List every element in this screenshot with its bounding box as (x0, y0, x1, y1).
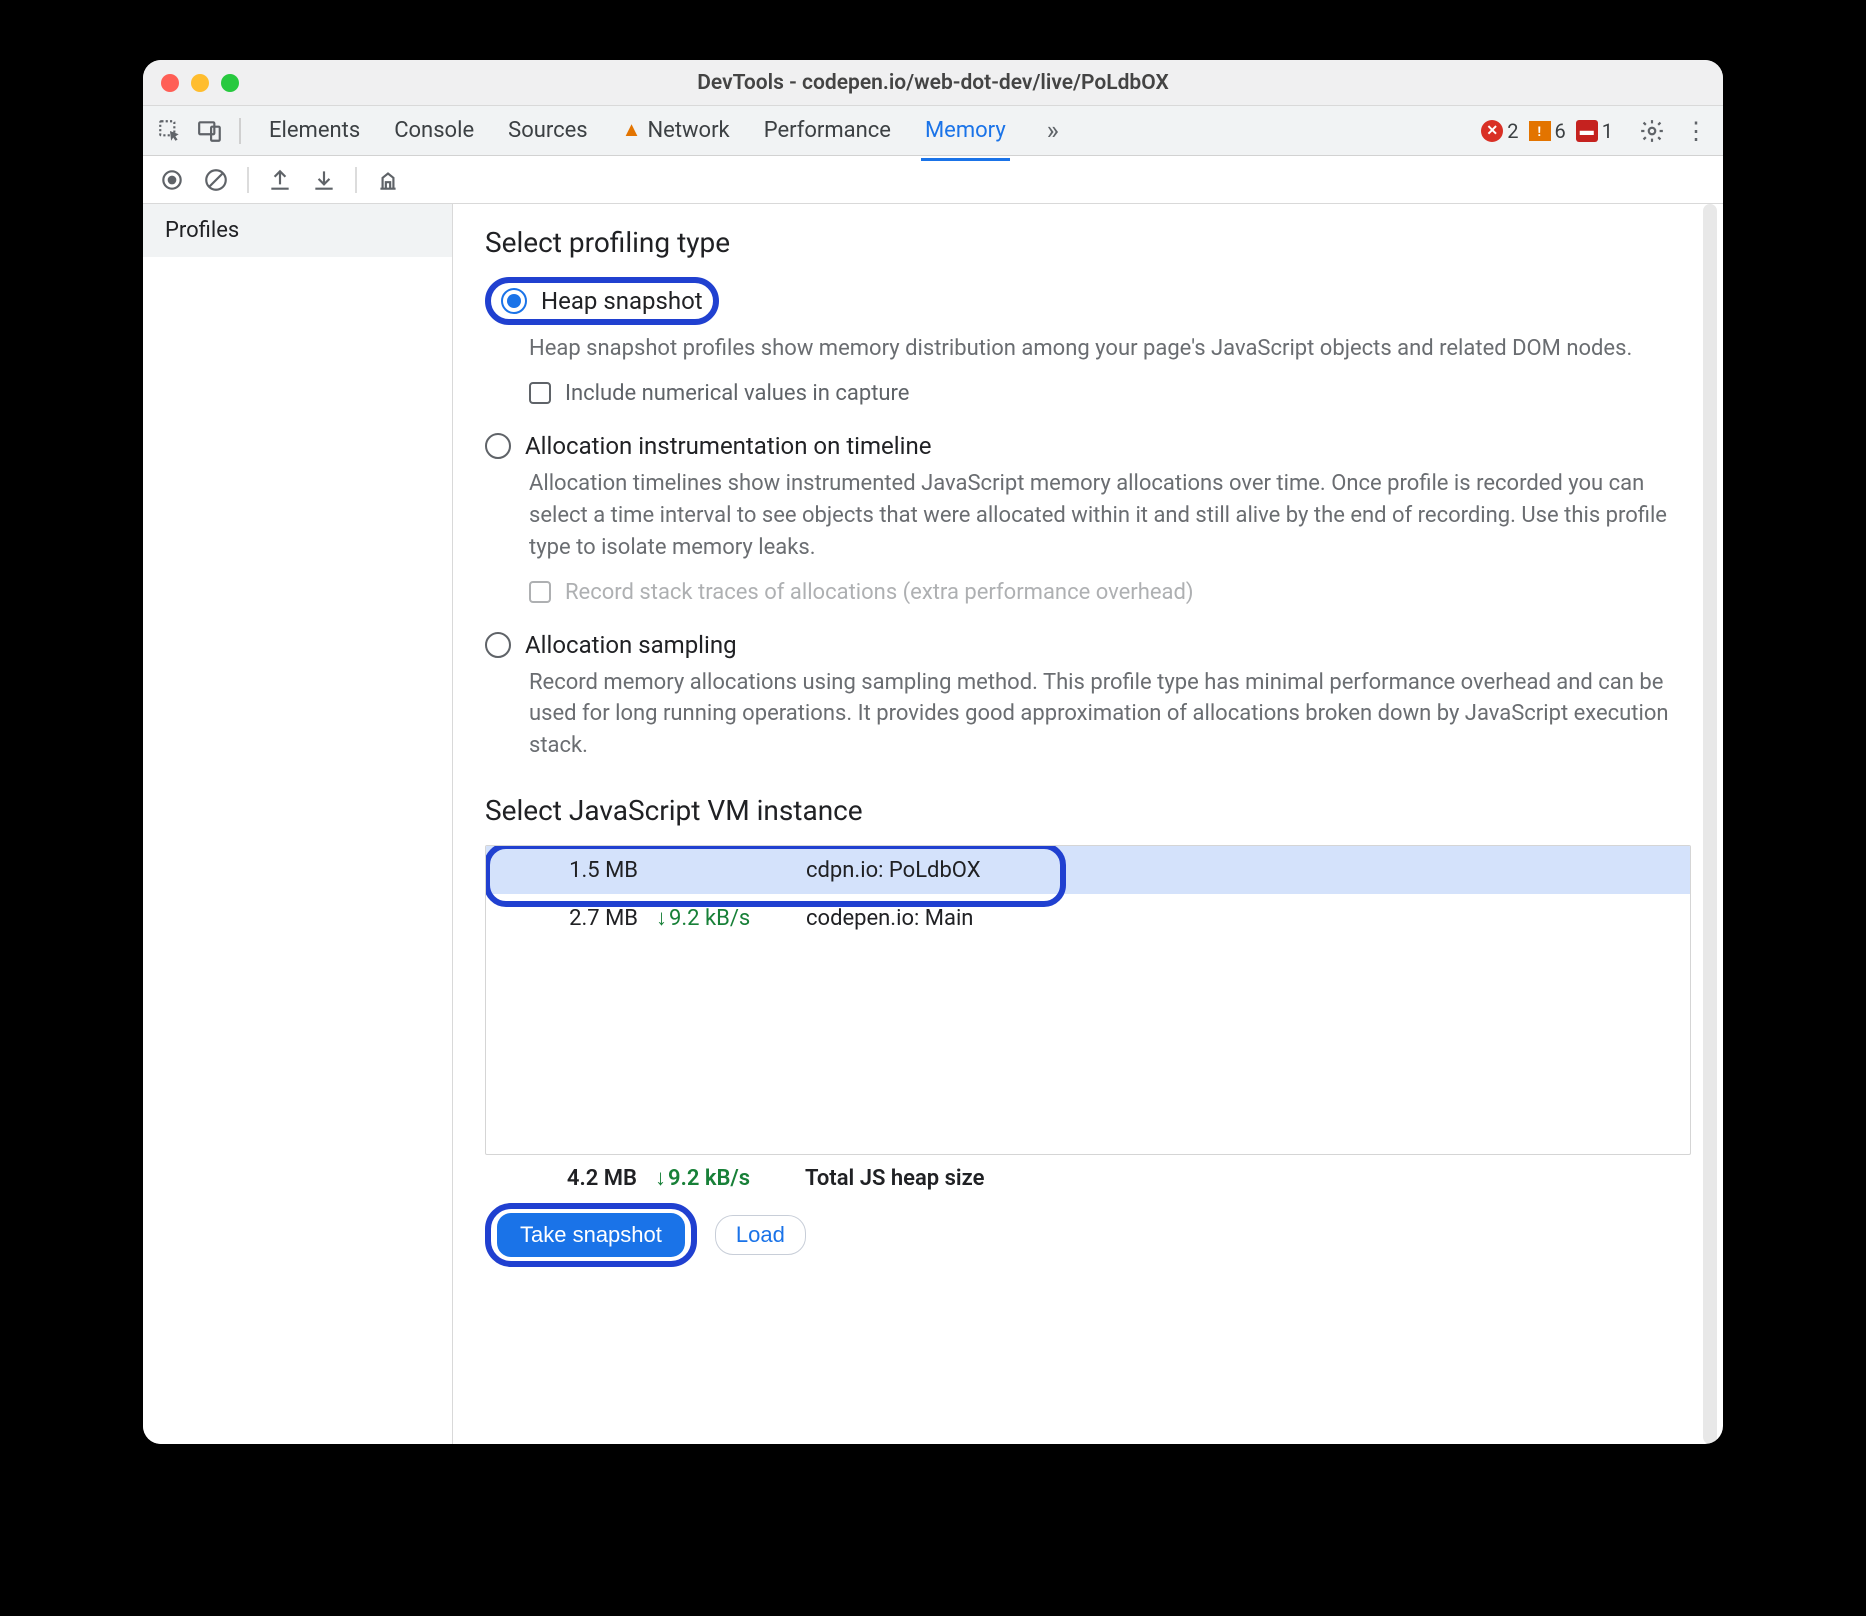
issue-count-badge[interactable]: ▬ 1 (1576, 119, 1613, 143)
warning-count: 6 (1555, 119, 1566, 143)
upload-icon[interactable] (267, 167, 293, 193)
error-count-badge[interactable]: ✕ 2 (1481, 119, 1518, 143)
minimize-window-icon[interactable] (191, 74, 209, 92)
issue-count: 1 (1602, 119, 1613, 143)
down-arrow-icon: ↓ (655, 1165, 666, 1191)
option-label: Allocation sampling (525, 631, 737, 659)
window-title: DevTools - codepen.io/web-dot-dev/live/P… (143, 71, 1723, 95)
checkbox-label: Record stack traces of allocations (extr… (565, 580, 1194, 605)
checkbox-icon[interactable] (529, 382, 551, 404)
option-allocation-timeline[interactable]: Allocation instrumentation on timeline A… (485, 432, 1691, 605)
error-count: 2 (1507, 119, 1518, 143)
main-pane: Profiles Select profiling type Heap snap… (143, 204, 1723, 1444)
vm-totals-row: 4.2 MB ↓9.2 kB/s Total JS heap size (485, 1165, 1691, 1191)
checkbox-label: Include numerical values in capture (565, 381, 909, 406)
tab-console[interactable]: Console (394, 110, 474, 151)
record-icon[interactable] (159, 167, 185, 193)
issue-icon: ▬ (1576, 120, 1598, 142)
option-desc: Heap snapshot profiles show memory distr… (529, 333, 1691, 365)
tab-network[interactable]: ▲Network (622, 110, 730, 151)
close-window-icon[interactable] (161, 74, 179, 92)
option-desc: Allocation timelines show instrumented J… (529, 468, 1691, 564)
vm-size: 2.7 MB (516, 906, 656, 931)
error-icon: ✕ (1481, 120, 1503, 142)
load-button[interactable]: Load (715, 1215, 806, 1255)
window-controls (143, 74, 239, 92)
vm-size: 1.5 MB (516, 858, 656, 883)
vm-row[interactable]: 2.7 MB ↓9.2 kB/s codepen.io: Main (486, 894, 1690, 942)
inspect-element-icon[interactable] (157, 118, 183, 144)
vm-row-selected[interactable]: 1.5 MB cdpn.io: PoLdbOX (486, 846, 1690, 894)
devtools-tabbar: Elements Console Sources ▲Network Perfor… (143, 106, 1723, 156)
toolbar-divider (247, 167, 249, 193)
profiling-content: Select profiling type Heap snapshot Heap… (453, 204, 1723, 1444)
tab-performance[interactable]: Performance (764, 110, 891, 151)
scrollbar[interactable] (1703, 204, 1717, 1444)
zoom-window-icon[interactable] (221, 74, 239, 92)
kebab-menu-icon[interactable]: ⋮ (1683, 118, 1709, 144)
tab-network-label: Network (647, 118, 729, 143)
warning-count-badge[interactable]: 6 (1529, 119, 1566, 143)
total-size: 4.2 MB (515, 1166, 655, 1191)
status-badges: ✕ 2 6 ▬ 1 (1481, 119, 1621, 143)
radio-heap[interactable] (501, 288, 527, 314)
action-buttons: Take snapshot Load (485, 1203, 1691, 1267)
include-numerical-checkbox-row[interactable]: Include numerical values in capture (529, 381, 1691, 406)
tutorial-highlight-take-snapshot: Take snapshot (485, 1203, 697, 1267)
vm-heading: Select JavaScript VM instance (485, 794, 1691, 827)
tab-sources[interactable]: Sources (508, 110, 588, 151)
sidebar-item-profiles[interactable]: Profiles (143, 204, 452, 257)
profiles-sidebar: Profiles (143, 204, 453, 1444)
profiling-heading: Select profiling type (485, 226, 1691, 259)
tutorial-highlight-heap: Heap snapshot (485, 277, 719, 325)
tab-elements[interactable]: Elements (269, 110, 360, 151)
device-toolbar-icon[interactable] (197, 118, 223, 144)
vm-instance-table: 1.5 MB cdpn.io: PoLdbOX 2.7 MB ↓9.2 kB/s… (485, 845, 1691, 1155)
down-arrow-icon: ↓ (656, 905, 667, 931)
checkbox-icon (529, 581, 551, 603)
record-stack-traces-checkbox-row: Record stack traces of allocations (extr… (529, 580, 1691, 605)
vm-name: codepen.io: Main (806, 906, 1690, 931)
settings-gear-icon[interactable] (1639, 118, 1665, 144)
total-label: Total JS heap size (805, 1166, 1691, 1191)
option-label: Heap snapshot (541, 287, 703, 315)
window-frame: DevTools - codepen.io/web-dot-dev/live/P… (143, 60, 1723, 1444)
panel-toolbar (143, 156, 1723, 204)
option-label: Allocation instrumentation on timeline (525, 432, 931, 460)
radio-sampling[interactable] (485, 632, 511, 658)
garbage-collect-icon[interactable] (375, 167, 401, 193)
vm-name: cdpn.io: PoLdbOX (806, 858, 1690, 883)
warning-icon: ▲ (622, 117, 642, 141)
vm-rate-value: 9.2 kB/s (669, 906, 750, 931)
more-tabs-icon[interactable]: » (1040, 118, 1066, 144)
clear-icon[interactable] (203, 167, 229, 193)
toolbar-divider-2 (355, 167, 357, 193)
download-icon[interactable] (311, 167, 337, 193)
titlebar: DevTools - codepen.io/web-dot-dev/live/P… (143, 60, 1723, 106)
option-allocation-sampling[interactable]: Allocation sampling Record memory alloca… (485, 631, 1691, 763)
warning-triangle-icon (1529, 121, 1551, 141)
take-snapshot-button[interactable]: Take snapshot (497, 1213, 685, 1257)
total-rate-value: 9.2 kB/s (668, 1166, 750, 1191)
option-desc: Record memory allocations using sampling… (529, 667, 1691, 763)
total-rate: ↓9.2 kB/s (655, 1165, 805, 1191)
radio-timeline[interactable] (485, 433, 511, 459)
option-heap-snapshot[interactable]: Heap snapshot Heap snapshot profiles sho… (485, 277, 1691, 406)
vm-rate: ↓9.2 kB/s (656, 905, 806, 931)
tab-memory[interactable]: Memory (925, 110, 1006, 151)
